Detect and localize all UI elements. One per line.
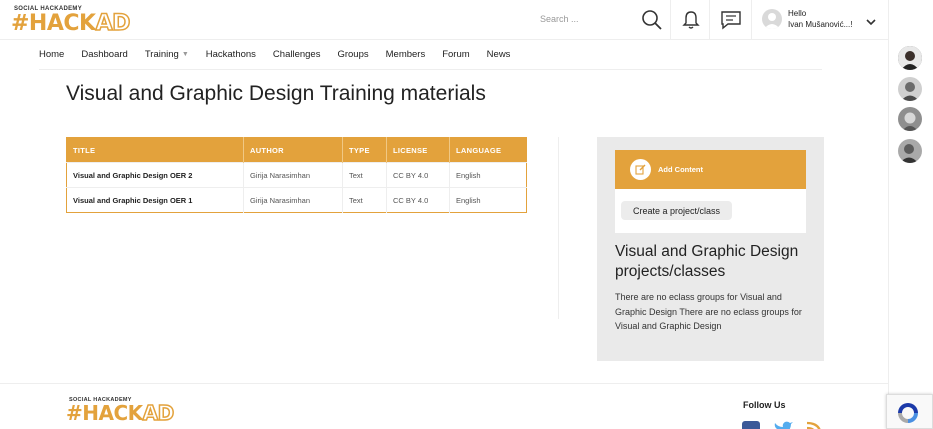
chevron-down-icon[interactable]: [866, 13, 876, 31]
footer-logo-hash: #HACK: [66, 401, 143, 425]
twitter-icon[interactable]: [773, 421, 793, 429]
author-cell: Girija Narasimhan: [243, 187, 343, 213]
column-header-title[interactable]: TITLE: [66, 137, 244, 163]
material-title-link[interactable]: Visual and Graphic Design OER 2: [66, 162, 244, 188]
nav-members[interactable]: Members: [386, 47, 426, 61]
footer-logo[interactable]: SOCIAL HACKADEMY #HACKAD: [66, 397, 176, 426]
top-header: SOCIAL HACKADEMY #HACKAD Hello Ivan Muša…: [0, 0, 888, 40]
column-header-author[interactable]: AUTHOR: [243, 137, 343, 163]
search-icon[interactable]: [640, 8, 664, 32]
nav-training[interactable]: Training ▼: [145, 47, 189, 61]
user-avatar-icon: [762, 9, 782, 29]
member-avatar[interactable]: [898, 107, 922, 131]
bell-icon[interactable]: [679, 8, 703, 32]
page: SOCIAL HACKADEMY #HACKAD Hello Ivan Muša…: [0, 0, 933, 429]
sidebar-title: Visual and Graphic Design projects/class…: [615, 243, 799, 280]
nav-training-label: Training: [144, 48, 179, 60]
column-header-license[interactable]: LICENSE: [386, 137, 450, 163]
sidebar-empty-text: There are no eclass groups for Visual an…: [615, 292, 802, 332]
caret-down-icon: ▼: [181, 50, 189, 58]
materials-table: TITLE AUTHOR TYPE LICENSE LANGUAGE Visua…: [66, 137, 527, 213]
chat-icon[interactable]: [719, 8, 743, 32]
header-divider: [709, 0, 710, 40]
sidebar-panel: Add Content Create a project/class Visua…: [597, 137, 824, 361]
nav-challenges[interactable]: Challenges: [273, 47, 321, 61]
member-avatar[interactable]: [898, 77, 922, 101]
header-divider: [751, 0, 752, 40]
type-cell: Text: [342, 162, 387, 188]
footer-logo-wordmark: #HACKAD: [66, 400, 175, 426]
table-row[interactable]: Visual and Graphic Design OER 1 Girija N…: [66, 187, 527, 213]
table-header-row: TITLE AUTHOR TYPE LICENSE LANGUAGE: [66, 137, 527, 163]
type-cell: Text: [342, 187, 387, 213]
table-row[interactable]: Visual and Graphic Design OER 2 Girija N…: [66, 162, 527, 188]
logo-ad: AD: [95, 10, 131, 37]
facebook-icon[interactable]: [742, 421, 760, 429]
nav-divider: [39, 69, 822, 70]
nav-forum[interactable]: Forum: [442, 47, 469, 61]
nav-home[interactable]: Home: [39, 47, 64, 61]
greeting-text: Hello: [788, 9, 807, 18]
nav-groups[interactable]: Groups: [337, 47, 368, 61]
logo-hash: #HACK: [11, 11, 96, 36]
footer-divider: [0, 383, 888, 384]
license-cell: CC BY 4.0: [386, 162, 450, 188]
author-cell: Girija Narasimhan: [243, 162, 343, 188]
member-avatar[interactable]: [898, 46, 922, 70]
language-cell: English: [449, 187, 527, 213]
rss-icon[interactable]: [805, 421, 823, 429]
content-divider: [558, 137, 559, 319]
recaptcha-badge[interactable]: [886, 394, 933, 429]
header-divider: [670, 0, 671, 40]
column-header-type[interactable]: TYPE: [342, 137, 387, 163]
add-content-header[interactable]: Add Content: [615, 150, 806, 189]
main-nav: Home Dashboard Training ▼ Hackathons Chal…: [39, 47, 527, 61]
search-input[interactable]: [540, 11, 630, 27]
add-content-card: Add Content Create a project/class: [615, 150, 806, 233]
site-logo[interactable]: SOCIAL HACKADEMY #HACKAD: [11, 6, 133, 37]
add-content-label: Add Content: [658, 165, 703, 174]
language-cell: English: [449, 162, 527, 188]
material-title-link[interactable]: Visual and Graphic Design OER 1: [66, 187, 244, 213]
user-menu[interactable]: Hello Ivan Mušanović...!: [762, 6, 882, 34]
nav-hackathons[interactable]: Hackathons: [206, 47, 256, 61]
column-header-language[interactable]: LANGUAGE: [449, 137, 527, 163]
member-avatar[interactable]: [898, 139, 922, 163]
members-rail: [888, 0, 933, 429]
edit-icon: [630, 159, 651, 180]
user-name: Ivan Mušanović...!: [788, 20, 853, 29]
follow-us-heading: Follow Us: [743, 400, 786, 410]
logo-wordmark: #HACKAD: [11, 10, 131, 37]
create-project-button[interactable]: Create a project/class: [621, 201, 733, 220]
recaptcha-icon: [896, 401, 920, 429]
nav-news[interactable]: News: [487, 47, 511, 61]
page-title: Visual and Graphic Design Training mater…: [66, 82, 486, 105]
nav-dashboard[interactable]: Dashboard: [81, 47, 127, 61]
footer-logo-ad: AD: [142, 400, 175, 426]
license-cell: CC BY 4.0: [386, 187, 450, 213]
